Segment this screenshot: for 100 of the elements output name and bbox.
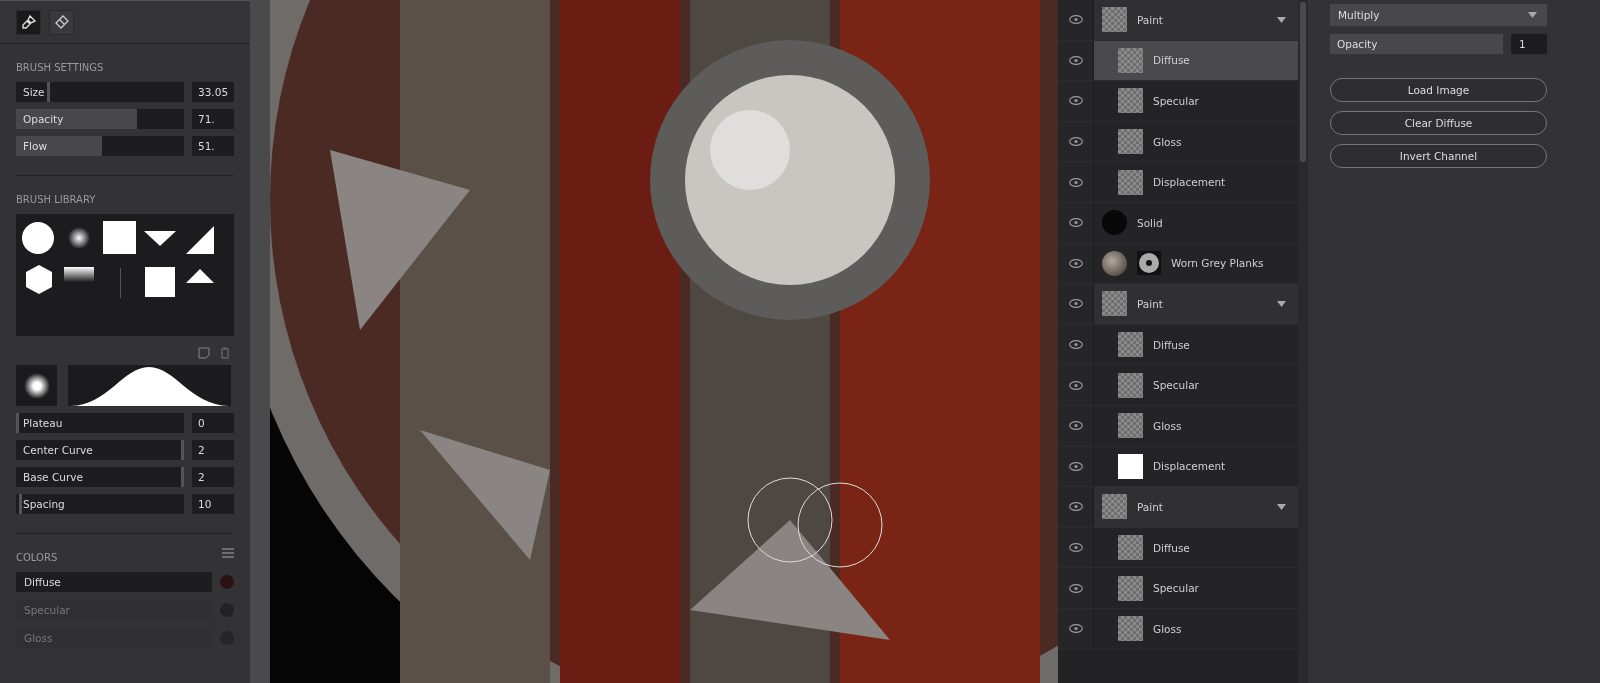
new-brush-icon[interactable] xyxy=(198,347,210,359)
layer-name: Gloss xyxy=(1153,135,1183,148)
eye-icon[interactable] xyxy=(1068,137,1083,147)
value-field[interactable]: 10 xyxy=(192,494,234,514)
eye-icon[interactable] xyxy=(1068,96,1083,106)
slider-handle[interactable] xyxy=(47,82,51,102)
slider[interactable]: Opacity xyxy=(16,109,184,129)
eye-icon[interactable] xyxy=(1068,218,1083,228)
eye-icon[interactable] xyxy=(1068,340,1083,350)
slider-label: Center Curve xyxy=(23,444,93,456)
tool-button[interactable] xyxy=(16,9,41,35)
layer-thumbnail xyxy=(1118,616,1143,642)
layer-thumbnail xyxy=(1118,47,1143,73)
layer-row[interactable]: Diffuse xyxy=(1058,324,1298,366)
value-field[interactable]: 2 xyxy=(192,467,234,487)
brush-icon xyxy=(20,14,37,30)
layer-name: Specular xyxy=(1153,379,1200,392)
action-button[interactable]: Clear Diffuse xyxy=(1330,111,1547,135)
layer-name: Specular xyxy=(1153,95,1200,107)
value-field[interactable]: 33.05 xyxy=(192,82,234,102)
eye-icon[interactable] xyxy=(1068,258,1083,268)
layer-row[interactable]: Paint xyxy=(1058,284,1298,325)
hexagon-brush-icon[interactable] xyxy=(26,265,52,294)
layer-row[interactable]: Worn Grey Planks xyxy=(1058,243,1298,285)
layer-thumbnail xyxy=(1118,88,1143,114)
slider[interactable]: Center Curve xyxy=(16,440,184,460)
layer-row[interactable]: Diffuse xyxy=(1058,527,1298,569)
triangle-brush-icon[interactable] xyxy=(144,231,176,246)
action-button[interactable]: Load Image xyxy=(1330,78,1547,102)
layer-name: Paint xyxy=(1137,297,1164,310)
layer-row[interactable]: Paint xyxy=(1058,0,1298,41)
menu-icon[interactable] xyxy=(222,548,234,558)
wedge-brush-icon[interactable] xyxy=(186,226,214,254)
layer-row[interactable]: Displacement xyxy=(1058,446,1298,488)
slider-label: Size xyxy=(23,86,45,98)
layer-thumbnail xyxy=(1102,291,1127,317)
eye-icon[interactable] xyxy=(1068,583,1083,593)
triangle-brush-icon[interactable] xyxy=(186,269,214,283)
eye-icon[interactable] xyxy=(1068,421,1083,431)
color-swatch[interactable] xyxy=(220,575,234,589)
slider[interactable]: Flow xyxy=(16,136,184,156)
layer-name: Displacement xyxy=(1153,460,1227,473)
brush-tip-preview xyxy=(16,365,57,406)
slider[interactable]: Spacing xyxy=(16,494,184,514)
caret-icon[interactable] xyxy=(1277,503,1286,510)
eye-icon[interactable] xyxy=(1068,55,1083,65)
eye-icon[interactable] xyxy=(1068,380,1083,390)
slider[interactable]: Base Curve xyxy=(16,467,184,487)
caret-icon[interactable] xyxy=(1277,300,1286,307)
layer-row[interactable]: Gloss xyxy=(1058,121,1298,163)
caret-icon[interactable] xyxy=(1277,16,1286,23)
layer-name: Displacement xyxy=(1153,176,1227,189)
blend-mode-dropdown[interactable]: Multiply xyxy=(1330,4,1547,26)
layer-row[interactable]: Paint xyxy=(1058,487,1298,528)
layer-row[interactable]: Specular xyxy=(1058,365,1298,406)
layer-name: Gloss xyxy=(1153,622,1183,635)
slider-label: Plateau xyxy=(23,417,63,429)
layer-row[interactable]: Displacement xyxy=(1058,162,1298,203)
layer-row[interactable]: Gloss xyxy=(1058,608,1298,650)
action-button[interactable]: Invert Channel xyxy=(1330,144,1547,168)
value-field[interactable]: 2 xyxy=(192,440,234,460)
layer-name: Diffuse xyxy=(1153,541,1191,554)
slider-handle[interactable] xyxy=(16,413,19,433)
slider[interactable]: Size xyxy=(16,82,184,102)
slider-handle[interactable] xyxy=(19,494,23,514)
eye-icon[interactable] xyxy=(1068,624,1083,634)
value-field[interactable]: 71. xyxy=(192,109,234,129)
soft-brush-icon[interactable] xyxy=(68,227,90,249)
layer-thumbnail xyxy=(1118,372,1143,398)
slider-handle[interactable] xyxy=(181,467,184,487)
circle-brush-icon[interactable] xyxy=(22,222,54,254)
eye-icon[interactable] xyxy=(1068,177,1083,187)
section-title: BRUSH SETTINGS xyxy=(16,62,105,73)
eye-icon[interactable] xyxy=(1068,502,1083,512)
layer-thumbnail xyxy=(1118,575,1143,601)
eye-icon[interactable] xyxy=(1068,15,1083,25)
slider-label: Base Curve xyxy=(23,471,83,483)
layer-row[interactable]: Gloss xyxy=(1058,405,1298,447)
layer-name: Solid xyxy=(1137,216,1164,229)
gradient-brush-icon[interactable] xyxy=(64,267,94,282)
value-field[interactable]: 51. xyxy=(192,136,234,156)
scrollbar[interactable] xyxy=(1300,2,1306,162)
eraser-icon xyxy=(53,14,70,30)
slider[interactable]: Plateau xyxy=(16,413,184,433)
layer-row[interactable]: Solid xyxy=(1058,202,1298,244)
tool-button[interactable] xyxy=(49,9,74,35)
eye-icon[interactable] xyxy=(1068,543,1083,552)
layer-row[interactable]: Specular xyxy=(1058,568,1298,609)
layer-row[interactable]: Specular xyxy=(1058,81,1298,122)
layer-name: Paint xyxy=(1137,13,1164,26)
eye-icon[interactable] xyxy=(1068,299,1083,309)
color-channel-item[interactable]: Diffuse xyxy=(16,572,212,592)
eye-icon[interactable] xyxy=(1068,461,1083,471)
layer-thumbnail xyxy=(1118,413,1143,439)
layer-thumbnail xyxy=(1118,453,1143,479)
layer-thumbnail xyxy=(1102,210,1127,236)
slider-handle[interactable] xyxy=(181,440,184,460)
layer-row[interactable]: Diffuse xyxy=(1058,40,1298,82)
value-field[interactable]: 0 xyxy=(192,413,234,433)
opacity-field[interactable]: 1 xyxy=(1511,34,1547,54)
